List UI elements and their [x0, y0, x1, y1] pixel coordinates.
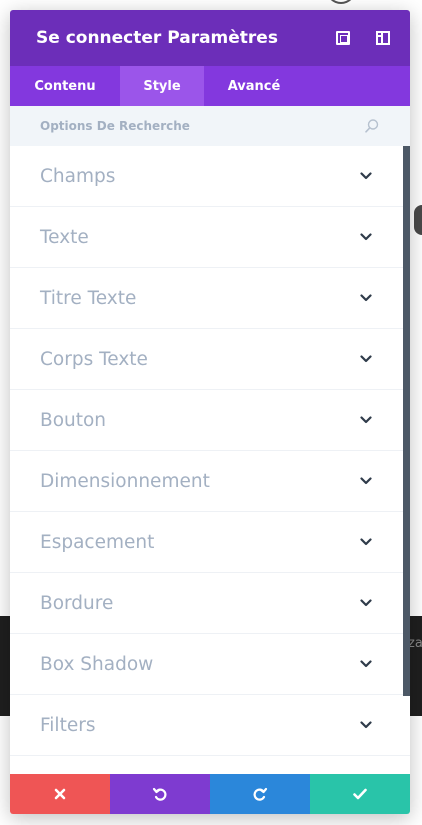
- group-label: Bouton: [40, 409, 107, 431]
- group-label: Bordure: [40, 592, 114, 614]
- chevron-down-icon: [360, 233, 372, 241]
- split-view-icon[interactable]: [376, 31, 390, 45]
- group-label: Corps Texte: [40, 348, 148, 370]
- background-page: [410, 0, 422, 616]
- modal-title: Se connecter Paramètres: [36, 28, 278, 48]
- modal-header: Se connecter Paramètres: [10, 10, 410, 66]
- expand-icon[interactable]: [336, 31, 350, 45]
- options-list: Champs Texte Titre Texte Corps Texte Bou…: [10, 146, 410, 774]
- chevron-down-icon: [360, 416, 372, 424]
- search-input[interactable]: [40, 119, 364, 133]
- group-label: Titre Texte: [40, 287, 137, 309]
- group-label: Champs: [40, 165, 116, 187]
- chevron-down-icon: [360, 477, 372, 485]
- redo-icon: [253, 787, 268, 801]
- background-scroll-handle: [414, 205, 422, 235]
- search-bar: [10, 106, 410, 146]
- chevron-down-icon: [360, 599, 372, 607]
- background-text: za: [408, 636, 422, 651]
- cancel-button[interactable]: [10, 774, 110, 814]
- background-avatar: [326, 0, 356, 4]
- undo-button[interactable]: [110, 774, 210, 814]
- chevron-down-icon: [360, 538, 372, 546]
- group-texte[interactable]: Texte: [10, 207, 410, 268]
- group-champs[interactable]: Champs: [10, 146, 410, 207]
- undo-icon: [152, 787, 167, 801]
- check-icon: [353, 788, 367, 800]
- chevron-down-icon: [360, 660, 372, 668]
- save-button[interactable]: [310, 774, 410, 814]
- group-titre-texte[interactable]: Titre Texte: [10, 268, 410, 329]
- chevron-down-icon: [360, 721, 372, 729]
- group-box-shadow[interactable]: Box Shadow: [10, 634, 410, 695]
- close-icon: [54, 788, 66, 800]
- tab-bar: Contenu Style Avancé: [10, 66, 410, 106]
- group-dimensionnement[interactable]: Dimensionnement: [10, 451, 410, 512]
- group-label: Espacement: [40, 531, 155, 553]
- chevron-down-icon: [360, 172, 372, 180]
- group-label: Filters: [40, 714, 96, 736]
- tab-avance[interactable]: Avancé: [204, 66, 304, 106]
- chevron-down-icon: [360, 294, 372, 302]
- chevron-down-icon: [360, 355, 372, 363]
- tab-contenu[interactable]: Contenu: [10, 66, 120, 106]
- scrollbar[interactable]: [403, 146, 410, 696]
- search-icon[interactable]: [364, 118, 380, 134]
- group-bouton[interactable]: Bouton: [10, 390, 410, 451]
- settings-modal: Se connecter Paramètres Contenu Style Av…: [10, 10, 410, 814]
- group-bordure[interactable]: Bordure: [10, 573, 410, 634]
- group-espacement[interactable]: Espacement: [10, 512, 410, 573]
- group-label: Texte: [40, 226, 89, 248]
- tab-style[interactable]: Style: [120, 66, 204, 106]
- modal-footer: [10, 774, 410, 814]
- redo-button[interactable]: [210, 774, 310, 814]
- group-label: Box Shadow: [40, 653, 154, 675]
- group-corps-texte[interactable]: Corps Texte: [10, 329, 410, 390]
- group-label: Dimensionnement: [40, 470, 210, 492]
- group-filters[interactable]: Filters: [10, 695, 410, 756]
